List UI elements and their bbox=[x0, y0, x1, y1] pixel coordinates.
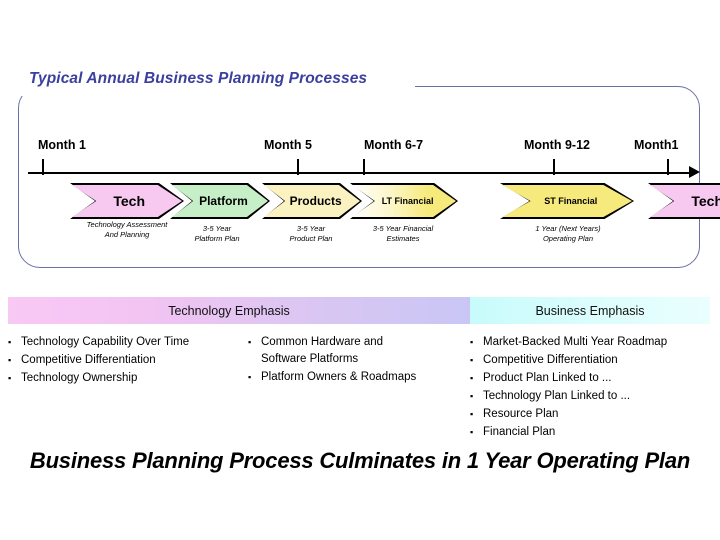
chevron-label-3: LT Financial bbox=[381, 196, 434, 206]
bullet-marker-icon: ▪ bbox=[470, 337, 474, 347]
bullet-item: ▪ Financial Plan bbox=[470, 424, 720, 441]
bullet-item: ▪ Resource Plan bbox=[470, 406, 720, 423]
business-emphasis-bar: Business Emphasis bbox=[470, 297, 710, 324]
page-title: Typical Annual Business Planning Process… bbox=[29, 70, 368, 87]
bullet-text: Common Hardware and Software Platforms bbox=[261, 336, 384, 365]
bullet-column-1: ▪ Technology Capability Over Time ▪ Competi… bbox=[8, 334, 244, 388]
technology-emphasis-bar: Technology Emphasis bbox=[8, 297, 470, 324]
chevron-label-4: ST Financial bbox=[544, 196, 598, 206]
bullet-marker-icon: ▪ bbox=[248, 337, 252, 347]
bullet-marker-icon: ▪ bbox=[470, 391, 474, 401]
technology-emphasis-label: Technology Emphasis bbox=[168, 303, 290, 318]
axis-tick-0 bbox=[42, 159, 44, 175]
bullet-marker-icon: ▪ bbox=[8, 373, 12, 383]
bullet-column-2: ▪ Common Hardware and Software Platforms ▪… bbox=[248, 334, 466, 387]
bullet-marker-icon: ▪ bbox=[470, 355, 474, 365]
month-label-4: Month1 bbox=[634, 138, 679, 152]
chevron-label-5: Tech bbox=[691, 193, 720, 209]
month-label-3: Month 9-12 bbox=[524, 138, 590, 152]
bullet-item: ▪ Technology Capability Over Time bbox=[8, 334, 244, 351]
bottom-headline: Business Planning Process Culminates in … bbox=[29, 448, 691, 473]
bullet-marker-icon: ▪ bbox=[470, 409, 474, 419]
business-emphasis-label: Business Emphasis bbox=[535, 303, 645, 318]
month-label-0: Month 1 bbox=[38, 138, 86, 152]
bullet-marker-icon: ▪ bbox=[470, 373, 474, 383]
bullet-text: Technology Plan Linked to ... bbox=[483, 390, 631, 402]
axis-tick-2 bbox=[363, 159, 365, 175]
bullet-item: ▪ Platform Owners & Roadmaps bbox=[248, 369, 466, 386]
bullet-marker-icon: ▪ bbox=[8, 337, 12, 347]
bullet-item: ▪ Competitive Differentiation bbox=[470, 352, 720, 369]
bullet-column-3: ▪ Market-Backed Multi Year Roadmap ▪ Compet… bbox=[470, 334, 720, 442]
bullet-marker-icon: ▪ bbox=[470, 427, 474, 437]
bullet-text: Product Plan Linked to ... bbox=[483, 372, 612, 384]
bullet-text: Market-Backed Multi Year Roadmap bbox=[483, 336, 668, 348]
bullet-item: ▪ Technology Ownership bbox=[8, 370, 244, 387]
bullet-text: Platform Owners & Roadmaps bbox=[261, 371, 417, 383]
chevron-label-2: Products bbox=[289, 194, 342, 208]
bullet-text: Financial Plan bbox=[483, 426, 556, 438]
chevron-label-1: Platform bbox=[199, 194, 248, 208]
bullet-text: Competitive Differentiation bbox=[483, 354, 618, 366]
bullet-item: ▪ Product Plan Linked to ... bbox=[470, 370, 720, 387]
bullet-text: Technology Capability Over Time bbox=[21, 336, 190, 348]
timeline-arrowhead-icon bbox=[689, 166, 700, 178]
bullet-text: Technology Ownership bbox=[21, 372, 138, 384]
bullet-item: ▪ Common Hardware and Software Platforms bbox=[248, 334, 466, 368]
timeline-axis bbox=[28, 172, 696, 174]
bullet-marker-icon: ▪ bbox=[8, 355, 12, 365]
month-label-2: Month 6-7 bbox=[364, 138, 424, 152]
month-label-1: Month 5 bbox=[264, 138, 312, 152]
bullet-text: Competitive Differentiation bbox=[21, 354, 156, 366]
bullet-item: ▪ Technology Plan Linked to ... bbox=[470, 388, 720, 405]
axis-tick-4 bbox=[667, 159, 669, 175]
chevron-caption-4: 1 Year (Next Years) Operating Plan bbox=[535, 224, 601, 244]
bullet-item: ▪ Competitive Differentiation bbox=[8, 352, 244, 369]
chevron-caption-3: 3-5 Year Financial Estimates bbox=[372, 224, 434, 244]
axis-tick-3 bbox=[553, 159, 555, 175]
bullet-text: Resource Plan bbox=[483, 408, 559, 420]
bullet-item: ▪ Market-Backed Multi Year Roadmap bbox=[470, 334, 720, 351]
chevron-label-0: Tech bbox=[113, 193, 146, 209]
axis-tick-1 bbox=[297, 159, 299, 175]
bullet-marker-icon: ▪ bbox=[248, 372, 252, 382]
